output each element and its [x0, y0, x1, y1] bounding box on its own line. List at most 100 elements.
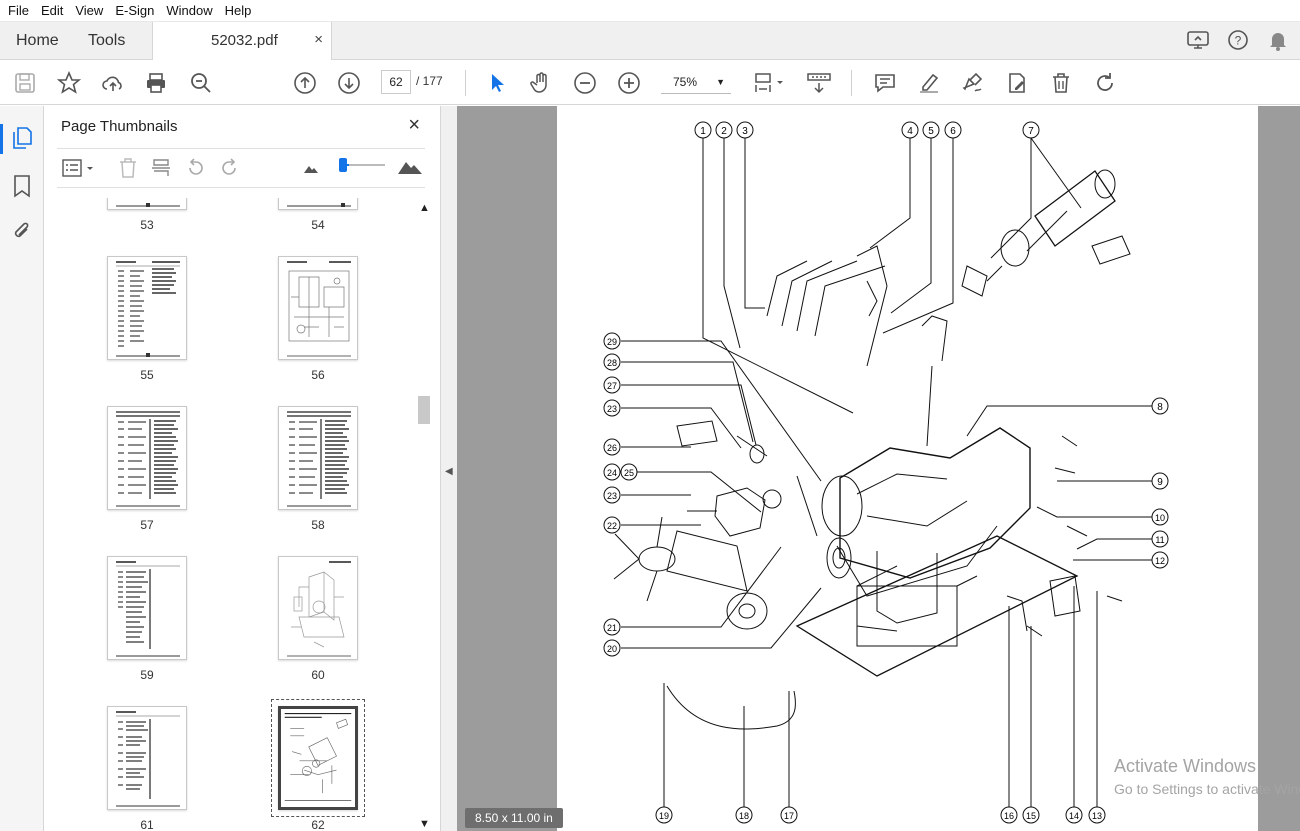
- svg-text:1: 1: [700, 126, 706, 137]
- thumbnail-toolbar: [57, 148, 425, 188]
- highlight-pen-icon[interactable]: [916, 70, 942, 96]
- svg-text:11: 11: [1155, 535, 1164, 545]
- page-total: / 177: [416, 74, 443, 88]
- star-bookmark-icon[interactable]: [56, 70, 82, 96]
- rotate-right-icon[interactable]: [218, 157, 240, 182]
- tab-home[interactable]: Home: [16, 22, 59, 59]
- svg-text:6: 6: [950, 126, 956, 137]
- thumbnail-list: 53 54 55 56 57 58 59 60 61 62: [45, 198, 415, 831]
- menu-edit[interactable]: Edit: [35, 3, 69, 18]
- zoom-in-icon[interactable]: [616, 70, 642, 96]
- svg-text:22: 22: [607, 521, 617, 531]
- scroll-mode-icon[interactable]: [806, 70, 832, 96]
- small-thumbnail-size-icon[interactable]: [303, 161, 319, 178]
- thumbnail-label: 56: [311, 368, 325, 382]
- navigation-rail: [0, 106, 44, 831]
- panel-collapse-strip[interactable]: ◀: [441, 106, 457, 831]
- page-thumbnails-icon[interactable]: [11, 126, 33, 153]
- page-number-input[interactable]: 62: [381, 70, 411, 94]
- previous-page-icon[interactable]: [292, 70, 318, 96]
- exploded-parts-diagram: 1 2 3 4 5 6 7 8 9 10 11 12 13 14 15 16 1…: [603, 121, 1169, 824]
- svg-text:28: 28: [607, 358, 617, 368]
- scroll-down-icon[interactable]: ▼: [419, 818, 430, 830]
- print-icon[interactable]: [143, 70, 169, 96]
- thumbnail-page-62-selected[interactable]: [271, 699, 365, 817]
- menu-esign[interactable]: E-Sign: [109, 3, 160, 18]
- svg-text:4: 4: [907, 126, 913, 137]
- thumbnail-page-61[interactable]: [107, 706, 187, 810]
- thumbnail-page-59[interactable]: [107, 556, 187, 660]
- svg-text:12: 12: [1155, 556, 1165, 566]
- svg-text:23: 23: [607, 404, 617, 414]
- svg-text:18: 18: [739, 811, 749, 821]
- rotate-left-icon[interactable]: [185, 157, 207, 182]
- hand-tool-icon[interactable]: [528, 70, 554, 96]
- zoom-search-icon[interactable]: [188, 70, 214, 96]
- thumbnail-page-60[interactable]: [278, 556, 358, 660]
- select-cursor-icon[interactable]: [484, 70, 510, 96]
- page-size-indicator: 8.50 x 11.00 in: [465, 808, 563, 828]
- thumbnail-page-53[interactable]: [107, 198, 187, 210]
- bookmark-icon[interactable]: [13, 174, 31, 201]
- thumbnail-label: 61: [140, 818, 154, 831]
- svg-text:3: 3: [742, 126, 748, 137]
- scrollbar-thumb[interactable]: [418, 396, 430, 424]
- zoom-level-select[interactable]: 75% ▼: [661, 70, 731, 94]
- zoom-out-icon[interactable]: [572, 70, 598, 96]
- activate-windows-watermark: Activate Windows: [1114, 756, 1257, 776]
- pdf-page: 1 2 3 4 5 6 7 8 9 10 11 12 13 14 15 16 1…: [557, 106, 1258, 831]
- svg-text:14: 14: [1069, 811, 1079, 821]
- thumbnail-label: 62: [311, 818, 325, 831]
- delete-page-icon[interactable]: [117, 157, 139, 182]
- svg-text:9: 9: [1157, 477, 1163, 488]
- thumbnail-options-icon[interactable]: [61, 157, 101, 182]
- tab-document-label: 52032.pdf: [211, 32, 278, 49]
- main-toolbar: 75% ▼: [0, 60, 1300, 105]
- menu-file[interactable]: File: [2, 3, 35, 18]
- thumbnail-page-56[interactable]: [278, 256, 358, 360]
- insert-page-icon[interactable]: [150, 157, 172, 182]
- share-screen-icon[interactable]: [1186, 28, 1210, 55]
- collapse-arrow-icon[interactable]: ◀: [445, 466, 453, 477]
- tab-bar: Home Tools 52032.pdf × ?: [0, 22, 1300, 60]
- next-page-icon[interactable]: [336, 70, 362, 96]
- fit-page-icon[interactable]: [752, 70, 788, 96]
- tab-document[interactable]: 52032.pdf ×: [152, 22, 332, 60]
- attachment-paperclip-icon[interactable]: [11, 219, 33, 246]
- thumbnail-page-57[interactable]: [107, 406, 187, 510]
- comment-icon[interactable]: [872, 70, 898, 96]
- menu-view[interactable]: View: [69, 3, 109, 18]
- thumbnail-label: 59: [140, 668, 154, 682]
- upload-cloud-icon[interactable]: [100, 70, 126, 96]
- draw-pen-icon[interactable]: [960, 70, 986, 96]
- scroll-up-icon[interactable]: ▲: [419, 202, 430, 214]
- document-view[interactable]: 1 2 3 4 5 6 7 8 9 10 11 12 13 14 15 16 1…: [457, 106, 1300, 831]
- svg-text:21: 21: [607, 623, 617, 633]
- svg-text:29: 29: [607, 337, 617, 347]
- menu-bar: File Edit View E-Sign Window Help: [0, 0, 1300, 22]
- thumbnail-size-slider-handle[interactable]: [339, 158, 347, 172]
- tab-tools[interactable]: Tools: [88, 22, 125, 59]
- thumbnail-label: 60: [311, 668, 325, 682]
- thumbnail-page-55[interactable]: [107, 256, 187, 360]
- help-icon[interactable]: ?: [1226, 28, 1250, 55]
- rotate-redo-icon[interactable]: [1092, 70, 1118, 96]
- close-panel-icon[interactable]: ×: [408, 114, 420, 137]
- thumbnail-page-58[interactable]: [278, 406, 358, 510]
- svg-text:19: 19: [659, 811, 669, 821]
- menu-window[interactable]: Window: [160, 3, 218, 18]
- menu-help[interactable]: Help: [219, 3, 258, 18]
- large-thumbnail-size-icon[interactable]: [397, 155, 423, 180]
- delete-trash-icon[interactable]: [1048, 70, 1074, 96]
- notifications-bell-icon[interactable]: [1266, 28, 1290, 55]
- svg-text:16: 16: [1004, 811, 1014, 821]
- thumbnail-label: 53: [140, 218, 154, 232]
- close-tab-icon[interactable]: ×: [314, 31, 323, 48]
- svg-text:2: 2: [721, 126, 727, 137]
- svg-text:10: 10: [1155, 513, 1165, 523]
- save-icon[interactable]: [12, 70, 38, 96]
- thumbnail-page-54[interactable]: [278, 198, 358, 210]
- svg-text:?: ?: [1235, 34, 1242, 48]
- edit-document-icon[interactable]: [1004, 70, 1030, 96]
- svg-text:13: 13: [1092, 811, 1102, 821]
